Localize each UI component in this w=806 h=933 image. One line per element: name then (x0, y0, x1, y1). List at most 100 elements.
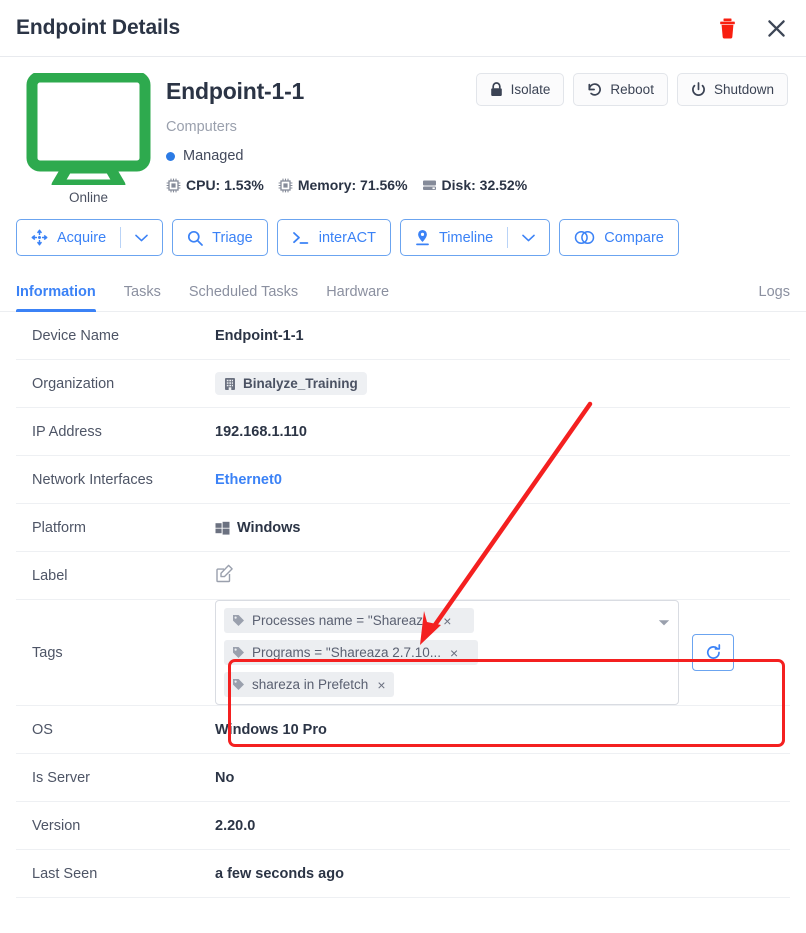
tag-chip-1[interactable]: Processes name = "Shareaz... × (224, 608, 474, 633)
row-value-platform: Windows (215, 520, 301, 536)
memory-chip-icon (278, 178, 293, 192)
row-network-interfaces: Network Interfaces Ethernet0 (16, 456, 790, 504)
metric-disk: Disk: 32.52% (422, 177, 528, 193)
acquire-arrows-icon (31, 229, 48, 246)
row-label-ip-address: IP Address (32, 423, 102, 440)
status-dot (166, 151, 175, 161)
device-visual: Online (16, 73, 161, 205)
reboot-button[interactable]: Reboot (573, 73, 668, 106)
shutdown-button[interactable]: Shutdown (676, 73, 788, 106)
panel-header: Endpoint Details (0, 0, 806, 57)
row-os: OS Windows 10 Pro (16, 706, 790, 754)
row-label-version: Version (32, 817, 81, 834)
device-group: Computers (166, 119, 237, 135)
tag-icon (233, 615, 244, 626)
reboot-label: Reboot (610, 82, 654, 97)
tag-chip-2-remove-icon[interactable]: × (450, 646, 458, 660)
row-value-label (215, 564, 234, 587)
tags-input[interactable]: Processes name = "Shareaz... × Programs … (215, 600, 679, 705)
row-label-label: Label (32, 567, 68, 584)
acquire-chevron-down-icon[interactable] (121, 234, 162, 242)
edit-pencil-icon[interactable] (215, 564, 234, 587)
compare-main[interactable]: Compare (560, 230, 678, 246)
tab-bar: Information Tasks Scheduled Tasks Hardwa… (0, 272, 806, 312)
tab-logs[interactable]: Logs (759, 284, 790, 311)
interact-main[interactable]: interACT (278, 230, 390, 246)
map-pin-icon (416, 230, 429, 246)
venn-compare-icon (574, 230, 595, 245)
primary-action-bar: Acquire Triage interACT Timeline Compare (0, 205, 806, 256)
row-value-organization: Binalyze_Training (215, 372, 367, 395)
tag-chip-3-text: shareza in Prefetch (252, 677, 369, 692)
timeline-chevron-down-icon[interactable] (508, 234, 549, 242)
row-version: Version 2.20.0 (16, 802, 790, 850)
triage-label: Triage (212, 229, 253, 246)
row-value-version: 2.20.0 (215, 817, 256, 834)
triage-button[interactable]: Triage (172, 219, 268, 256)
row-organization: Organization Binalyze_Training (16, 360, 790, 408)
interact-label: interACT (318, 229, 376, 246)
tag-chip-3-remove-icon[interactable]: × (377, 678, 385, 692)
refresh-icon (706, 644, 720, 659)
chevron-down-icon[interactable] (658, 615, 670, 631)
refresh-tags-button[interactable] (692, 634, 734, 671)
metric-disk-label: Disk: 32.52% (441, 177, 528, 193)
device-connection-state: Online (68, 190, 109, 205)
metric-cpu: CPU: 1.53% (166, 177, 264, 193)
metric-memory: Memory: 71.56% (278, 177, 408, 193)
managed-status-label: Managed (183, 148, 244, 164)
organization-badge-label: Binalyze_Training (243, 376, 358, 391)
tag-chip-2[interactable]: Programs = "Shareaza 2.7.10... × (224, 640, 478, 665)
interact-button[interactable]: interACT (276, 219, 391, 256)
tab-tasks[interactable]: Tasks (124, 284, 161, 311)
acquire-label: Acquire (57, 229, 107, 246)
metric-memory-label: Memory: 71.56% (297, 177, 408, 193)
device-summary: Online Endpoint-1-1 Computers Managed CP… (0, 57, 806, 205)
triage-main[interactable]: Triage (173, 230, 267, 246)
metric-cpu-label: CPU: 1.53% (186, 177, 264, 193)
tag-chip-1-remove-icon[interactable]: × (443, 614, 451, 628)
tag-chip-2-text: Programs = "Shareaza 2.7.10... (252, 645, 442, 660)
tag-chip-3[interactable]: shareza in Prefetch × (224, 672, 394, 697)
row-value-ip-address: 192.168.1.110 (215, 423, 307, 440)
page-title: Endpoint Details (16, 16, 181, 39)
platform-label: Windows (237, 519, 301, 536)
compare-button[interactable]: Compare (559, 219, 679, 256)
building-icon (225, 377, 235, 390)
lock-icon (490, 82, 502, 96)
power-icon (692, 82, 705, 96)
close-icon[interactable] (765, 17, 788, 40)
organization-badge[interactable]: Binalyze_Training (215, 372, 367, 395)
tab-information[interactable]: Information (16, 284, 96, 312)
search-icon (188, 230, 204, 246)
row-ip-address: IP Address 192.168.1.110 (16, 408, 790, 456)
row-is-server: Is Server No (16, 754, 790, 802)
compare-label: Compare (604, 229, 664, 246)
row-label-last-seen: Last Seen (32, 865, 98, 882)
timeline-main[interactable]: Timeline (401, 229, 507, 246)
isolate-button[interactable]: Isolate (475, 73, 565, 106)
resource-metrics: CPU: 1.53% Memory: 71.56% Disk: 32.52% (166, 177, 788, 193)
row-value-network-interfaces[interactable]: Ethernet0 (215, 472, 282, 488)
row-label-os: OS (32, 721, 53, 738)
tab-scheduled-tasks[interactable]: Scheduled Tasks (189, 284, 298, 311)
row-tags: Tags Processes name = "Shareaz... × Prog… (16, 600, 790, 706)
row-label-is-server: Is Server (32, 769, 91, 786)
tab-hardware[interactable]: Hardware (326, 284, 389, 311)
tag-icon (233, 679, 244, 690)
cpu-chip-icon (166, 178, 181, 192)
windows-logo-icon (215, 521, 230, 535)
trash-icon[interactable] (716, 16, 739, 41)
acquire-button[interactable]: Acquire (16, 219, 164, 256)
row-value-tags: Processes name = "Shareaz... × Programs … (215, 600, 734, 705)
row-label-platform: Platform (32, 519, 86, 536)
reboot-icon (588, 83, 602, 96)
acquire-main[interactable]: Acquire (17, 229, 120, 246)
row-label: Label (16, 552, 790, 600)
device-info: Endpoint-1-1 Computers Managed CPU: 1.53… (161, 73, 788, 205)
row-label-tags: Tags (32, 644, 63, 661)
row-label-organization: Organization (32, 375, 115, 392)
row-value-is-server: No (215, 769, 235, 786)
timeline-button[interactable]: Timeline (399, 219, 551, 256)
row-value-device-name: Endpoint-1-1 (215, 327, 304, 344)
